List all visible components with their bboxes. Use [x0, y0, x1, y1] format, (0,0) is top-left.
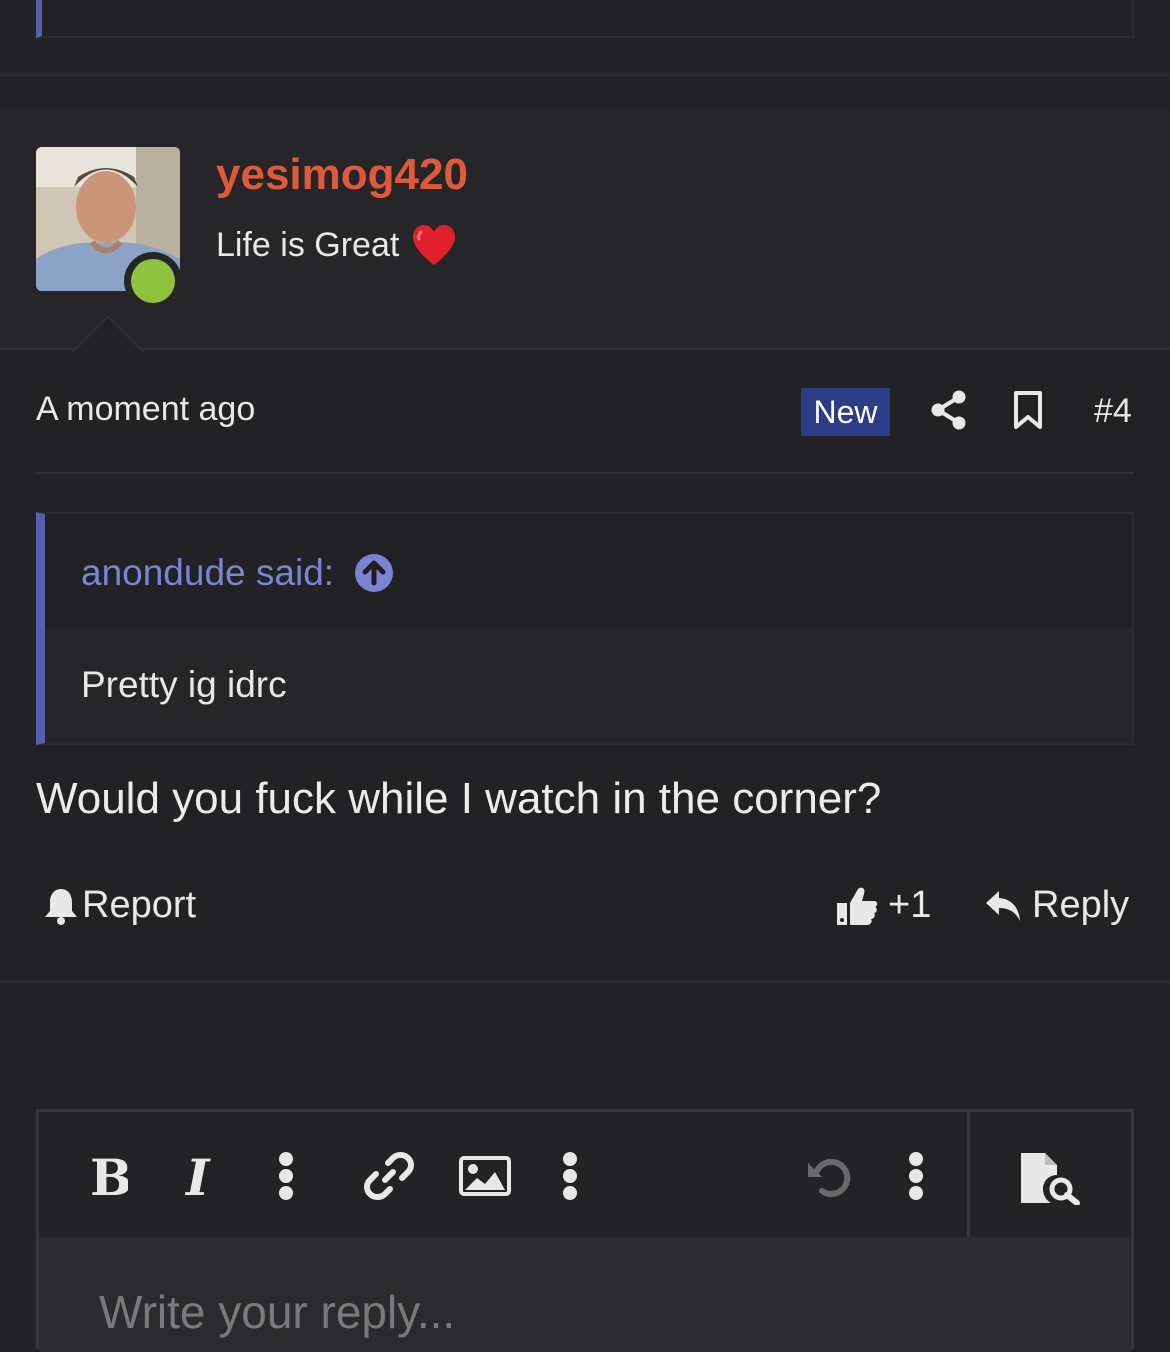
editor-toolbar: B I	[39, 1112, 1131, 1237]
reply-arrow-icon	[986, 890, 1020, 921]
previous-post-footer	[36, 0, 1134, 38]
quote-body: Pretty ig idrc	[45, 628, 1132, 743]
insert-link-button[interactable]	[361, 1150, 417, 1202]
image-icon	[459, 1156, 511, 1196]
more-insert-options-button[interactable]	[555, 1150, 585, 1202]
reply-label[interactable]: Reply	[1032, 884, 1129, 927]
more-vertical-icon	[909, 1152, 923, 1200]
previous-post-remnant	[0, 0, 1170, 108]
like-button[interactable]: +1	[836, 884, 931, 927]
report-button[interactable]: Report	[44, 884, 196, 927]
post-actions: Report +1 Reply	[36, 880, 1134, 940]
reply-button[interactable]: Reply	[984, 884, 1129, 927]
more-vertical-icon	[563, 1152, 577, 1200]
online-indicator	[124, 252, 182, 310]
thumbs-up-icon	[837, 887, 878, 925]
italic-button[interactable]: I	[179, 1150, 225, 1202]
share-icon[interactable]	[931, 390, 967, 430]
quote-header: anondude said:	[45, 514, 1132, 628]
bookmark-icon[interactable]	[1012, 390, 1044, 430]
post-meta-row: A moment ago New #4	[36, 380, 1134, 442]
heart-emoji	[413, 225, 456, 265]
post-number-link[interactable]: #4	[1094, 392, 1132, 431]
post-divider	[0, 980, 1170, 983]
report-label[interactable]: Report	[82, 884, 196, 927]
undo-icon	[808, 1158, 851, 1197]
bell-icon	[45, 888, 77, 925]
more-editor-options-button[interactable]	[901, 1150, 931, 1202]
username[interactable]: yesimog420	[216, 150, 468, 200]
more-vertical-icon	[279, 1152, 293, 1200]
undo-button[interactable]	[801, 1150, 857, 1202]
user-title-text: Life is Great	[216, 225, 400, 264]
svg-text:B: B	[90, 1153, 128, 1199]
link-icon	[364, 1152, 414, 1200]
quote-text: Pretty ig idrc	[81, 664, 287, 705]
header-pointer	[74, 318, 142, 352]
quote-author-text[interactable]: anondude said:	[81, 552, 334, 594]
post-timestamp[interactable]: A moment ago	[36, 390, 255, 429]
quote-author-link[interactable]: anondude said:	[81, 552, 394, 594]
meta-divider	[36, 472, 1134, 474]
italic-icon: I	[184, 1153, 211, 1199]
post-message: Would you fuck while I watch in the corn…	[36, 774, 882, 823]
new-badge: New	[801, 388, 890, 436]
quote-block: anondude said: Pretty ig idrc	[36, 512, 1134, 745]
insert-image-button[interactable]	[457, 1150, 513, 1202]
like-count[interactable]: +1	[888, 884, 931, 927]
bold-icon: B	[90, 1153, 128, 1199]
reply-editor: B I	[36, 1109, 1134, 1352]
post-divider	[0, 74, 1170, 77]
toolbar-divider	[967, 1112, 970, 1237]
reply-input[interactable]	[39, 1237, 1131, 1352]
bold-button[interactable]: B	[83, 1150, 133, 1202]
arrow-up-circle-icon[interactable]	[354, 553, 394, 593]
svg-text:I: I	[184, 1153, 211, 1199]
preview-icon	[1021, 1153, 1080, 1205]
preview-button[interactable]	[1017, 1152, 1083, 1205]
user-title: Life is Great	[216, 224, 457, 266]
more-text-options-button[interactable]	[271, 1150, 301, 1202]
